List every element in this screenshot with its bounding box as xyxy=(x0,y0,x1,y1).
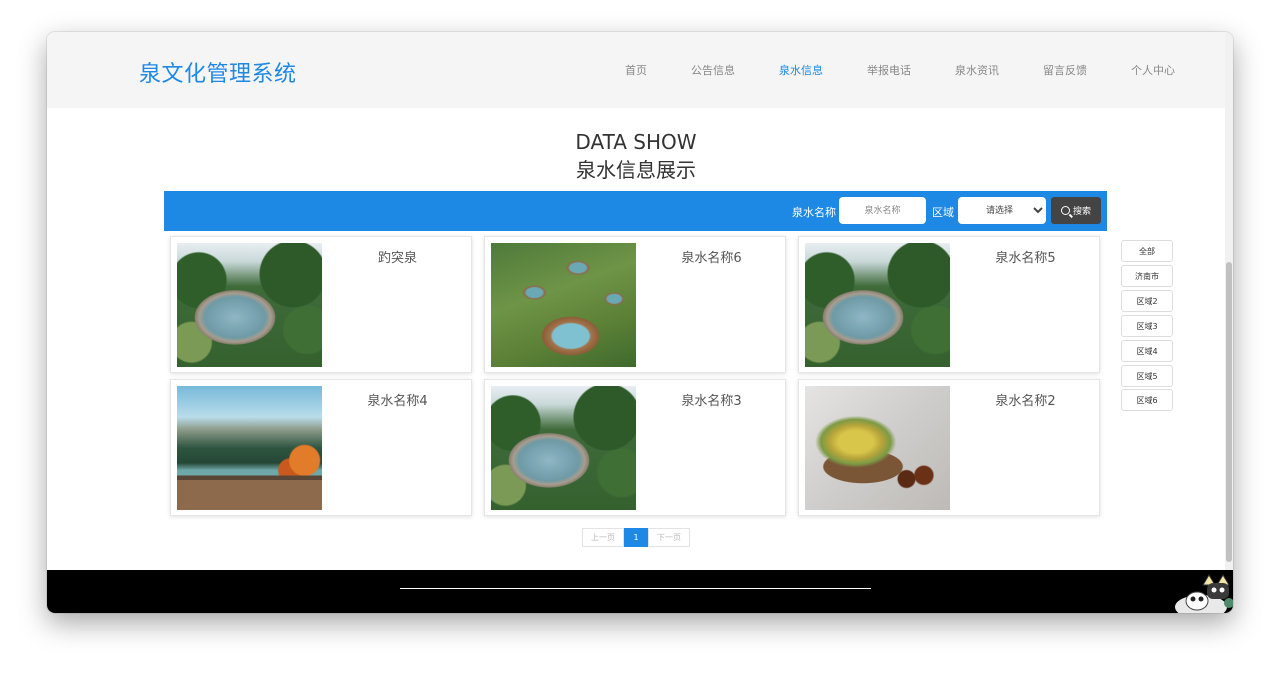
filter-jinan-button[interactable]: 济南市 xyxy=(1121,265,1173,287)
section-title-en: DATA SHOW xyxy=(575,130,697,154)
site-logo[interactable]: 泉文化管理系统 xyxy=(139,56,297,88)
footer-divider xyxy=(400,588,871,589)
scrollbar-thumb[interactable] xyxy=(1226,262,1232,562)
nav-item-home[interactable]: 首页 xyxy=(625,62,647,78)
spring-card[interactable]: 泉水名称5 xyxy=(798,236,1100,373)
search-bar: 泉水名称 区域 请选择 搜索 xyxy=(164,191,1107,231)
spring-card[interactable]: 趵突泉 xyxy=(170,236,472,373)
spring-card[interactable]: 泉水名称6 xyxy=(484,236,786,373)
search-icon xyxy=(1060,206,1070,215)
filter-area6-button[interactable]: 区域6 xyxy=(1121,389,1173,411)
spring-name[interactable]: 泉水名称6 xyxy=(636,247,787,266)
search-button-label: 搜索 xyxy=(1072,207,1091,217)
spring-name[interactable]: 泉水名称3 xyxy=(636,390,787,409)
filter-all-button[interactable]: 全部 xyxy=(1121,240,1173,262)
nav-item-personal-center[interactable]: 个人中心 xyxy=(1131,62,1175,78)
page-scrollbar[interactable] xyxy=(1225,32,1233,613)
spring-card[interactable]: 泉水名称4 xyxy=(170,379,472,516)
nav-item-report-phone[interactable]: 举报电话 xyxy=(867,62,911,78)
spring-image[interactable] xyxy=(491,243,636,367)
site-header: 泉文化管理系统 首页 公告信息 泉水信息 举报电话 泉水资讯 留言反馈 个人中心 xyxy=(47,32,1225,108)
spring-name-label: 泉水名称 xyxy=(792,206,836,219)
area-select[interactable]: 请选择 xyxy=(958,197,1046,224)
spring-name-input[interactable] xyxy=(839,197,926,224)
filter-area2-button[interactable]: 区域2 xyxy=(1121,290,1173,312)
prev-page-button[interactable]: 上一页 xyxy=(582,528,624,547)
nav-item-announcements[interactable]: 公告信息 xyxy=(691,62,735,78)
spring-name[interactable]: 泉水名称4 xyxy=(322,390,473,409)
nav-item-feedback[interactable]: 留言反馈 xyxy=(1043,62,1087,78)
spring-name[interactable]: 泉水名称2 xyxy=(950,390,1101,409)
filter-area5-button[interactable]: 区域5 xyxy=(1121,365,1173,387)
nav-item-spring-news[interactable]: 泉水资讯 xyxy=(955,62,999,78)
search-button[interactable]: 搜索 xyxy=(1051,197,1101,224)
spring-name[interactable]: 趵突泉 xyxy=(322,247,473,266)
spring-image[interactable] xyxy=(805,243,950,367)
spring-name[interactable]: 泉水名称5 xyxy=(950,247,1101,266)
filter-area3-button[interactable]: 区域3 xyxy=(1121,315,1173,337)
pagination: 上一页 1 下一页 xyxy=(582,528,690,547)
spring-image[interactable] xyxy=(805,386,950,510)
nav-item-spring-info[interactable]: 泉水信息 xyxy=(779,62,823,78)
section-title-cn: 泉水信息展示 xyxy=(576,158,696,182)
area-label: 区域 xyxy=(932,206,954,219)
main-nav: 首页 公告信息 泉水信息 举报电话 泉水资讯 留言反馈 个人中心 xyxy=(581,62,1175,78)
spring-image[interactable] xyxy=(177,243,322,367)
spring-card[interactable]: 泉水名称3 xyxy=(484,379,786,516)
spring-image[interactable] xyxy=(491,386,636,510)
spring-card[interactable]: 泉水名称2 xyxy=(798,379,1100,516)
browser-window: 泉文化管理系统 首页 公告信息 泉水信息 举报电话 泉水资讯 留言反馈 个人中心… xyxy=(47,32,1233,613)
current-page-button[interactable]: 1 xyxy=(624,528,648,547)
site-footer xyxy=(47,570,1233,613)
spring-image[interactable] xyxy=(177,386,322,510)
filter-area4-button[interactable]: 区域4 xyxy=(1121,340,1173,362)
mascot-icon[interactable] xyxy=(1171,571,1233,613)
next-page-button[interactable]: 下一页 xyxy=(648,528,690,547)
